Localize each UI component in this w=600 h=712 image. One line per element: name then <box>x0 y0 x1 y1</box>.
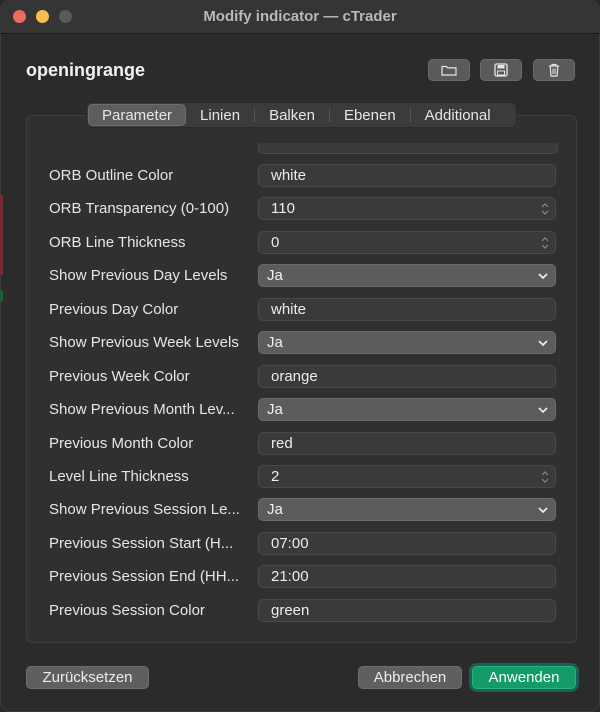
param-label: Level Line Thickness <box>49 468 189 485</box>
trash-icon <box>548 63 560 77</box>
field-value: 2 <box>271 468 280 485</box>
previous-session-end-field[interactable]: 21:00 <box>258 565 556 588</box>
param-row: Level Line Thickness 2 <box>49 465 557 489</box>
tab-additional[interactable]: Additional <box>411 104 505 126</box>
param-row: Show Previous Month Lev... Ja <box>49 398 557 422</box>
title-bar: Modify indicator — cTrader <box>0 0 600 34</box>
reset-button[interactable]: Zurücksetzen <box>26 666 149 689</box>
param-label: Show Previous Month Lev... <box>49 401 235 418</box>
stepper-arrows-icon[interactable] <box>541 236 549 250</box>
param-row: Show Previous Session Le... Ja <box>49 498 557 522</box>
chevron-down-icon <box>538 407 548 414</box>
param-label: Previous Session Start (H... <box>49 535 234 552</box>
stepper-arrows-icon[interactable] <box>541 470 549 484</box>
show-previous-week-levels-select[interactable]: Ja <box>258 331 556 354</box>
modify-indicator-window: Modify indicator — cTrader openingrange … <box>0 0 600 712</box>
select-value: Ja <box>267 501 283 518</box>
chevron-down-icon <box>538 273 548 280</box>
field-value: 110 <box>271 200 295 217</box>
param-label: Show Previous Day Levels <box>49 267 228 284</box>
orb-outline-color-field[interactable]: white <box>258 164 556 187</box>
param-row: ORB Line Thickness 0 <box>49 231 557 255</box>
chevron-down-icon <box>538 507 548 514</box>
chevron-down-icon <box>538 340 548 347</box>
param-label: Previous Day Color <box>49 301 179 318</box>
open-button[interactable] <box>428 59 470 81</box>
select-value: Ja <box>267 267 283 284</box>
param-label: ORB Line Thickness <box>49 234 186 251</box>
param-row: ORB Outline Color white <box>49 164 557 188</box>
background-edge-strip <box>0 290 3 302</box>
param-label: Show Previous Week Levels <box>49 334 239 351</box>
param-row: Previous Session Color green <box>49 599 557 623</box>
tab-parameter[interactable]: Parameter <box>88 104 187 126</box>
tab-bar: Parameter Linien Balken Ebenen Additiona… <box>86 102 517 128</box>
tab-ebenen[interactable]: Ebenen <box>330 104 410 126</box>
previous-month-color-field[interactable]: red <box>258 432 556 455</box>
param-label: Previous Month Color <box>49 435 194 452</box>
param-label: Previous Week Color <box>49 368 190 385</box>
select-value: Ja <box>267 334 283 351</box>
level-line-thickness-stepper[interactable]: 2 <box>258 465 556 488</box>
window-title: Modify indicator — cTrader <box>203 8 397 25</box>
param-label: Previous Session End (HH... <box>49 568 240 585</box>
apply-button[interactable]: Anwenden <box>472 666 576 689</box>
param-row: Show Previous Week Levels Ja <box>49 331 557 355</box>
background-edge-strip <box>0 195 3 275</box>
param-label: ORB Transparency (0-100) <box>49 200 230 217</box>
show-previous-month-levels-select[interactable]: Ja <box>258 398 556 421</box>
param-row: Show Previous Day Levels Ja <box>49 264 557 288</box>
param-label: Previous Session Color <box>49 602 205 619</box>
tab-balken[interactable]: Balken <box>255 104 329 126</box>
delete-button[interactable] <box>533 59 575 81</box>
param-row: Previous Session End (HH... 21:00 <box>49 565 557 589</box>
tab-linien[interactable]: Linien <box>186 104 254 126</box>
folder-icon <box>441 64 457 76</box>
previous-session-start-field[interactable]: 07:00 <box>258 532 556 555</box>
param-row: Previous Day Color white <box>49 298 557 322</box>
show-previous-day-levels-select[interactable]: Ja <box>258 264 556 287</box>
param-row: Previous Month Color red <box>49 432 557 456</box>
field-value: 0 <box>271 234 280 251</box>
orb-line-thickness-stepper[interactable]: 0 <box>258 231 556 254</box>
scrolled-field-partial[interactable] <box>258 143 558 154</box>
param-row: Previous Week Color orange <box>49 365 557 389</box>
floppy-disk-icon <box>494 63 508 77</box>
indicator-name: openingrange <box>26 60 146 80</box>
param-label: ORB Outline Color <box>49 167 174 184</box>
show-previous-session-levels-select[interactable]: Ja <box>258 498 556 521</box>
save-button[interactable] <box>480 59 522 81</box>
previous-week-color-field[interactable]: orange <box>258 365 556 388</box>
cancel-button[interactable]: Abbrechen <box>358 666 462 689</box>
param-label: Show Previous Session Le... <box>49 501 240 518</box>
stepper-arrows-icon[interactable] <box>541 202 549 216</box>
select-value: Ja <box>267 401 283 418</box>
param-row: ORB Transparency (0-100) 110 <box>49 197 557 221</box>
orb-transparency-stepper[interactable]: 110 <box>258 197 556 220</box>
param-row: Previous Session Start (H... 07:00 <box>49 532 557 556</box>
previous-day-color-field[interactable]: white <box>258 298 556 321</box>
previous-session-color-field[interactable]: green <box>258 599 556 622</box>
